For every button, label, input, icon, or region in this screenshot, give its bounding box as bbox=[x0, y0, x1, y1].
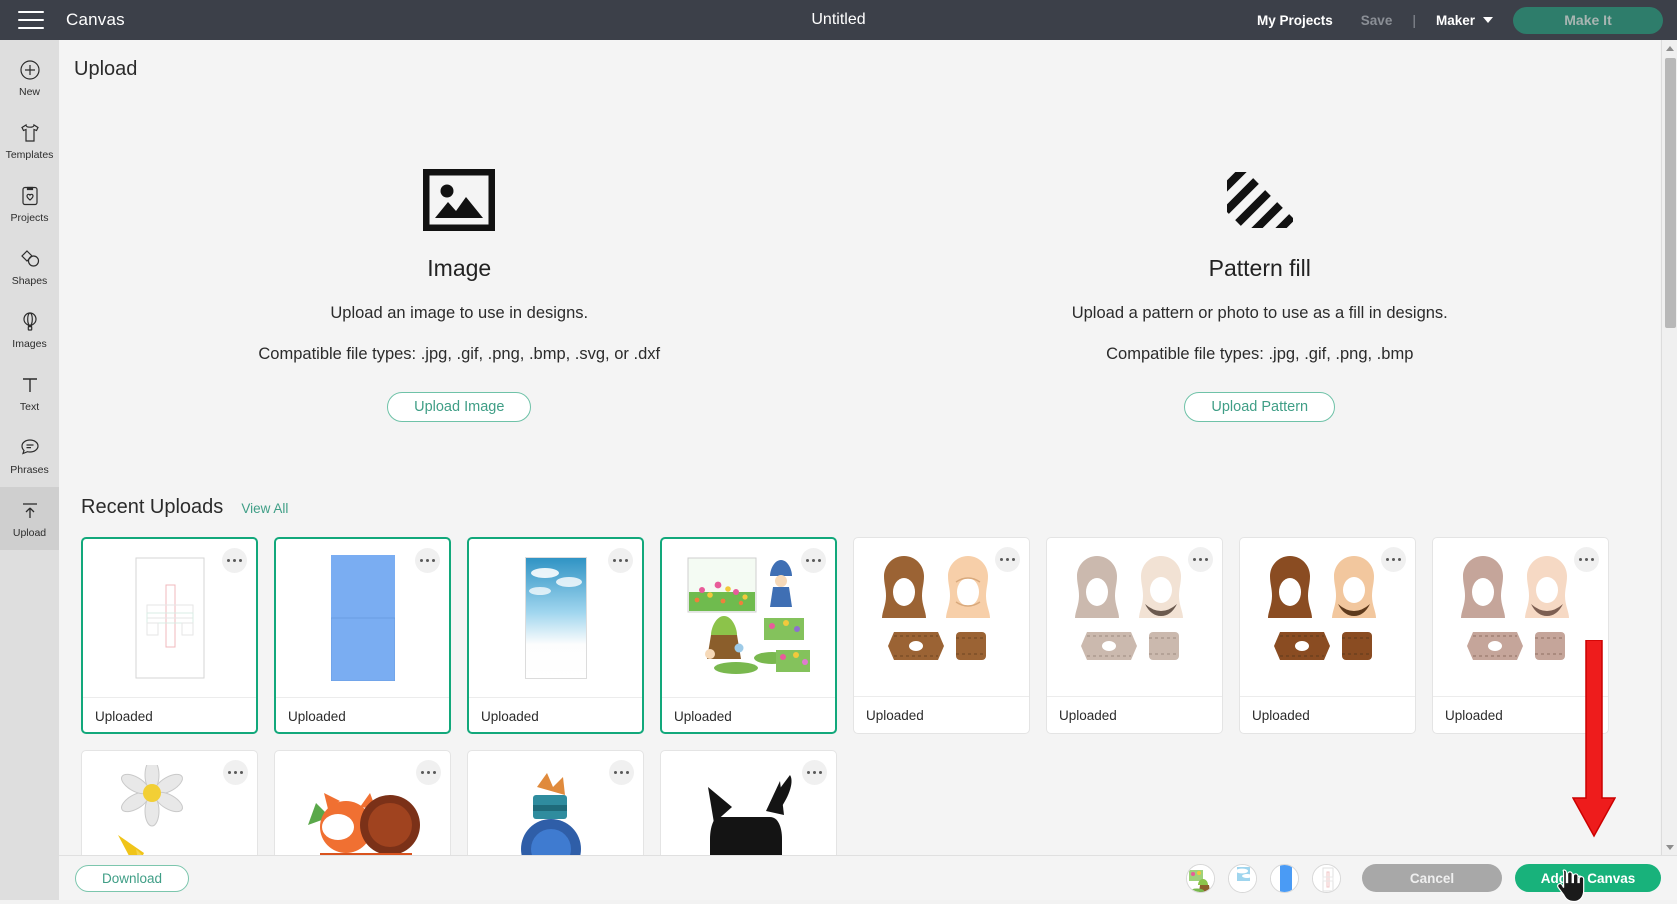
pattern-description: Upload a pattern or photo to use as a fi… bbox=[1072, 304, 1448, 323]
upload-card[interactable]: Uploaded bbox=[81, 537, 258, 734]
make-it-button[interactable]: Make It bbox=[1513, 7, 1663, 34]
top-bar-actions: My Projects Save | Maker Make It bbox=[1243, 7, 1677, 34]
upload-card[interactable]: Uploaded bbox=[81, 750, 258, 855]
sidebar-item-templates[interactable]: Templates bbox=[0, 109, 59, 172]
sidebar-item-projects[interactable]: Projects bbox=[0, 172, 59, 235]
diagonal-stripes-icon bbox=[1224, 167, 1296, 233]
pattern-heading: Pattern fill bbox=[1209, 255, 1311, 282]
sidebar-label: Templates bbox=[6, 149, 54, 161]
sidebar-item-phrases[interactable]: Phrases bbox=[0, 424, 59, 487]
upload-card-label: Uploaded bbox=[1047, 696, 1222, 734]
image-upload-option: Image Upload an image to use in designs.… bbox=[59, 167, 860, 422]
selected-thumbnail[interactable] bbox=[1270, 864, 1299, 893]
upload-card[interactable]: Uploaded bbox=[1432, 537, 1609, 734]
hamburger-icon[interactable] bbox=[18, 11, 44, 29]
cancel-button[interactable]: Cancel bbox=[1362, 864, 1502, 892]
scrollbar-thumb[interactable] bbox=[1665, 58, 1676, 328]
upload-card[interactable]: Uploaded bbox=[1046, 537, 1223, 734]
sidebar-label: Projects bbox=[11, 212, 49, 224]
pattern-upload-option: Pattern fill Upload a pattern or photo t… bbox=[860, 167, 1661, 422]
speech-bubble-icon bbox=[18, 436, 42, 460]
sidebar-label: Shapes bbox=[12, 275, 48, 287]
sidebar-label: New bbox=[19, 86, 40, 98]
more-options-icon[interactable] bbox=[416, 760, 441, 785]
more-options-icon[interactable] bbox=[802, 760, 827, 785]
sidebar-label: Upload bbox=[13, 527, 46, 539]
save-button[interactable]: Save bbox=[1347, 13, 1407, 28]
upload-pattern-button[interactable]: Upload Pattern bbox=[1184, 392, 1335, 422]
scroll-down-arrow-icon[interactable] bbox=[1662, 839, 1677, 855]
sidebar-item-new[interactable]: New bbox=[0, 46, 59, 109]
upload-panel: Upload Image Upload an image to use in d… bbox=[59, 40, 1660, 855]
upload-options: Image Upload an image to use in designs.… bbox=[59, 167, 1660, 422]
upload-card-label: Uploaded bbox=[854, 696, 1029, 734]
text-t-icon bbox=[18, 373, 42, 397]
more-options-icon[interactable] bbox=[995, 547, 1020, 572]
upload-card-label: Uploaded bbox=[83, 697, 256, 734]
upload-card-label: Uploaded bbox=[1240, 696, 1415, 734]
top-bar: Canvas Untitled My Projects Save | Maker… bbox=[0, 0, 1677, 40]
upload-card-label: Uploaded bbox=[1433, 696, 1608, 734]
recent-uploads-grid: Uploaded Uploaded bbox=[81, 537, 1641, 855]
selected-thumbnail[interactable] bbox=[1186, 864, 1215, 893]
hot-air-balloon-icon bbox=[18, 310, 42, 334]
pattern-file-types: Compatible file types: .jpg, .gif, .png,… bbox=[1106, 345, 1413, 364]
sidebar-item-text[interactable]: Text bbox=[0, 361, 59, 424]
more-options-icon[interactable] bbox=[415, 548, 440, 573]
upload-arrow-icon bbox=[18, 499, 42, 523]
selected-thumbnail[interactable] bbox=[1312, 864, 1341, 893]
upload-card[interactable]: Uploaded bbox=[853, 537, 1030, 734]
bottom-right-actions: Cancel Add to Canvas bbox=[1186, 864, 1661, 893]
separator: | bbox=[1406, 12, 1422, 28]
sidebar-label: Phrases bbox=[10, 464, 49, 476]
page-title: Upload bbox=[74, 58, 1660, 81]
upload-card[interactable]: Uploaded bbox=[660, 750, 837, 855]
tshirt-icon bbox=[18, 121, 42, 145]
bottom-action-bar: Download bbox=[59, 855, 1677, 900]
scroll-up-arrow-icon[interactable] bbox=[1662, 40, 1677, 56]
sidebar-item-upload[interactable]: Upload bbox=[0, 487, 59, 550]
machine-selector[interactable]: Maker bbox=[1422, 13, 1489, 28]
shapes-icon bbox=[18, 247, 42, 271]
upload-card[interactable]: Uploaded bbox=[467, 750, 644, 855]
sidebar-label: Text bbox=[20, 401, 39, 413]
chevron-down-icon[interactable] bbox=[1483, 17, 1493, 23]
upload-card[interactable]: Uploaded bbox=[467, 537, 644, 734]
sidebar-item-images[interactable]: Images bbox=[0, 298, 59, 361]
more-options-icon[interactable] bbox=[222, 548, 247, 573]
view-all-link[interactable]: View All bbox=[241, 501, 288, 516]
plus-circle-icon bbox=[18, 58, 42, 82]
vertical-scrollbar[interactable] bbox=[1661, 40, 1677, 855]
more-options-icon[interactable] bbox=[608, 548, 633, 573]
more-options-icon[interactable] bbox=[801, 548, 826, 573]
clipboard-heart-icon bbox=[18, 184, 42, 208]
upload-card-label: Uploaded bbox=[662, 697, 835, 734]
more-options-icon[interactable] bbox=[609, 760, 634, 785]
left-sidebar: New Templates Projects Shapes Images bbox=[0, 40, 59, 900]
image-description: Upload an image to use in designs. bbox=[330, 304, 588, 323]
upload-card-label: Uploaded bbox=[469, 697, 642, 734]
more-options-icon[interactable] bbox=[1574, 547, 1599, 572]
upload-image-button[interactable]: Upload Image bbox=[387, 392, 531, 422]
upload-card[interactable]: Uploaded bbox=[274, 537, 451, 734]
more-options-icon[interactable] bbox=[223, 760, 248, 785]
upload-card[interactable]: Uploaded bbox=[660, 537, 837, 734]
canvas-label[interactable]: Canvas bbox=[66, 10, 125, 30]
image-heading: Image bbox=[427, 255, 491, 282]
image-file-types: Compatible file types: .jpg, .gif, .png,… bbox=[258, 345, 660, 364]
download-button[interactable]: Download bbox=[75, 865, 189, 892]
recent-uploads-title: Recent Uploads bbox=[81, 496, 223, 519]
add-to-canvas-button[interactable]: Add to Canvas bbox=[1515, 864, 1661, 892]
more-options-icon[interactable] bbox=[1381, 547, 1406, 572]
sidebar-item-shapes[interactable]: Shapes bbox=[0, 235, 59, 298]
selected-thumbnail[interactable] bbox=[1228, 864, 1257, 893]
upload-card[interactable]: Uploaded bbox=[274, 750, 451, 855]
sidebar-label: Images bbox=[12, 338, 46, 350]
my-projects-link[interactable]: My Projects bbox=[1243, 13, 1347, 28]
recent-uploads-header: Recent Uploads View All bbox=[81, 496, 1660, 519]
upload-card-label: Uploaded bbox=[276, 697, 449, 734]
more-options-icon[interactable] bbox=[1188, 547, 1213, 572]
picture-frame-icon bbox=[423, 167, 495, 233]
upload-card[interactable]: Uploaded bbox=[1239, 537, 1416, 734]
